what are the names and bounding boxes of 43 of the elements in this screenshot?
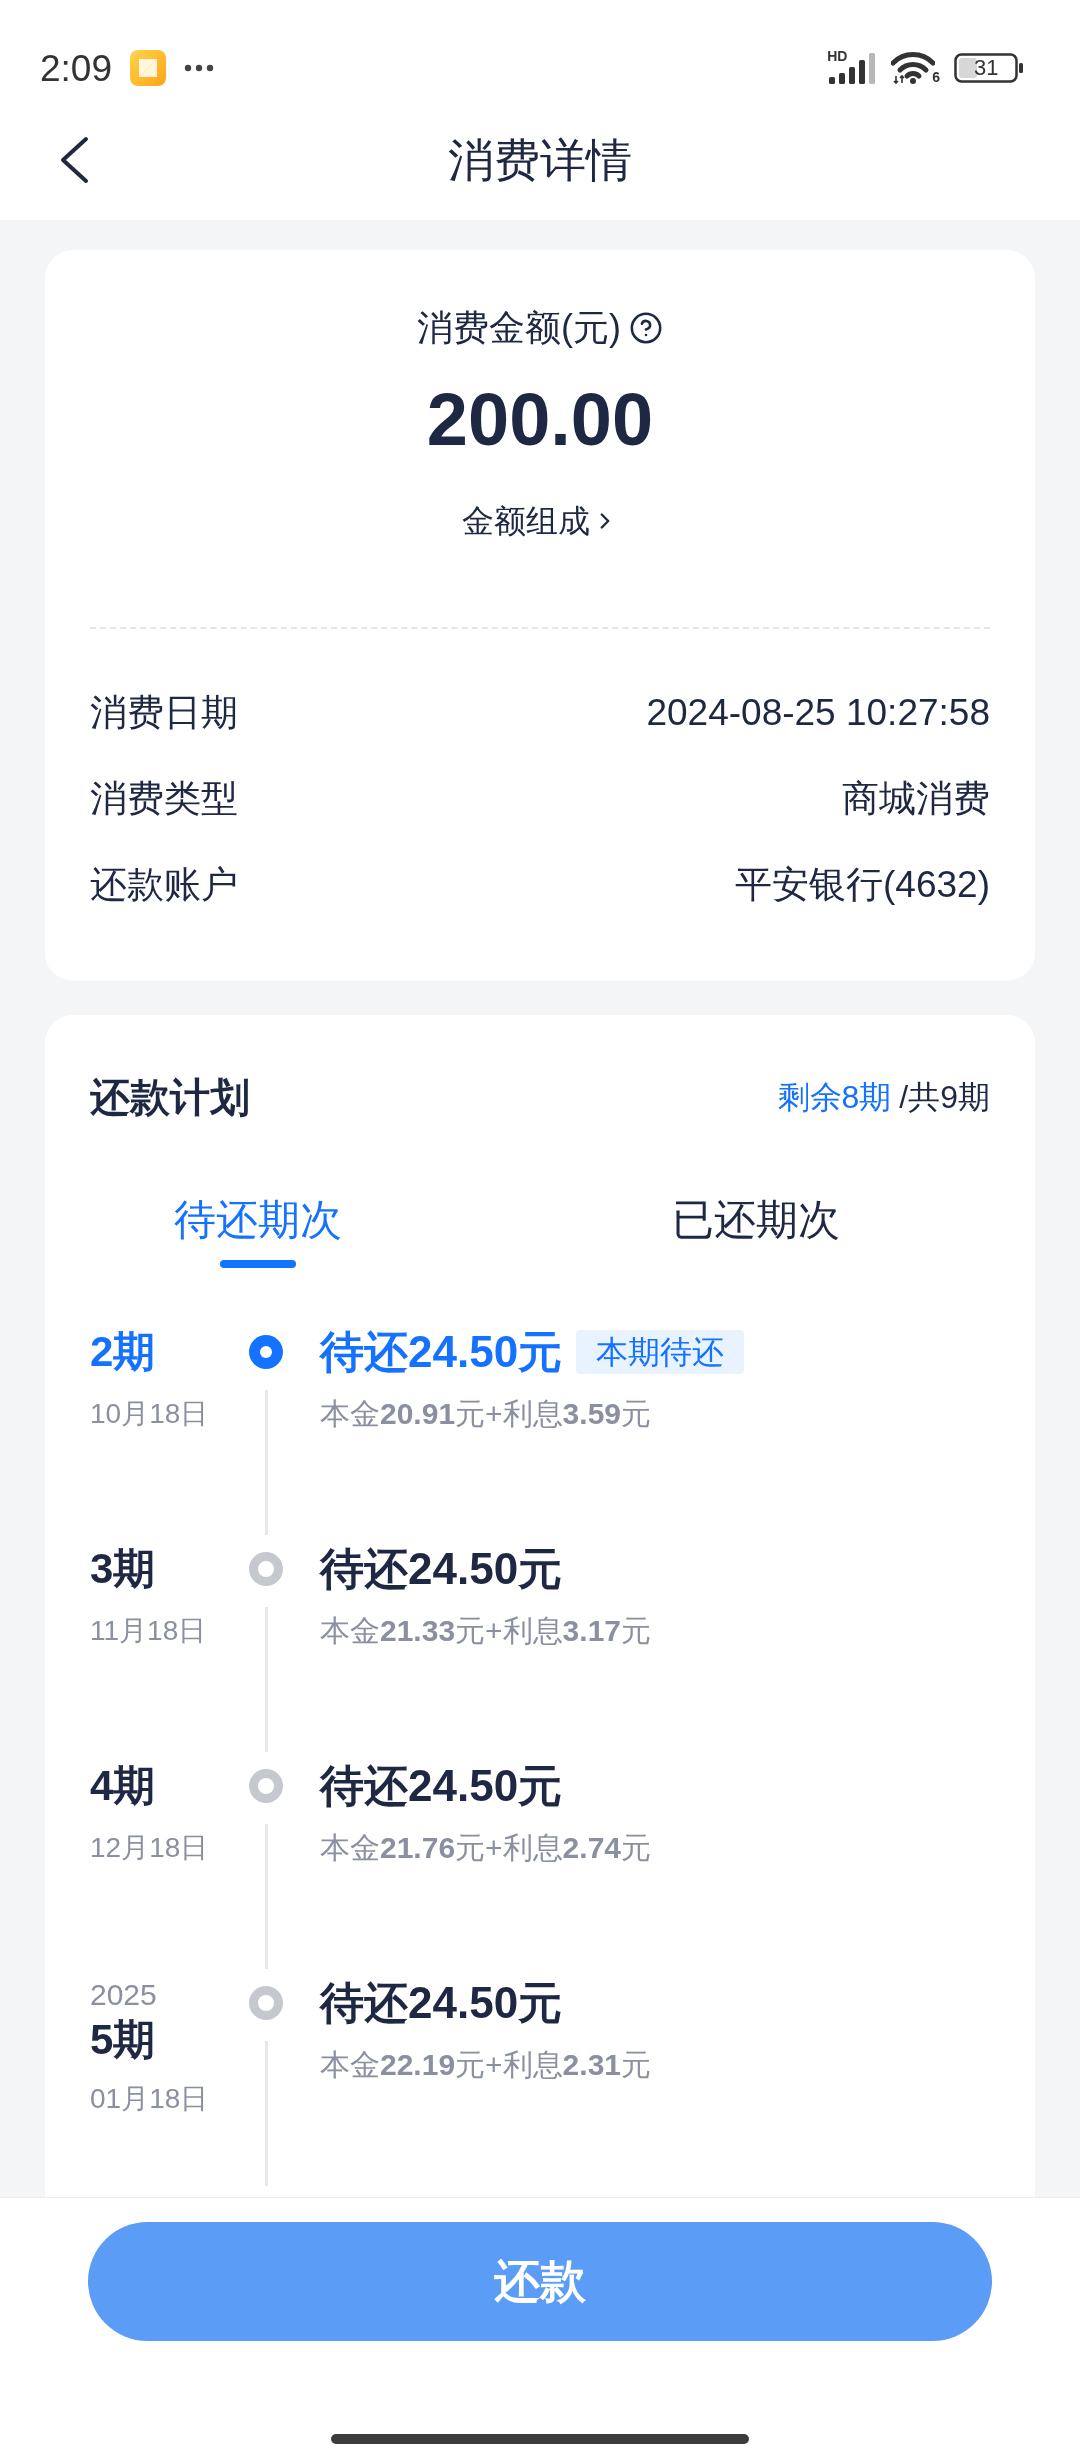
installment-date: 01月18日 <box>90 2082 209 2116</box>
schedule-tab[interactable]: 待还期次 <box>138 1192 378 1268</box>
schedule-tab[interactable]: 已还期次 <box>636 1192 876 1268</box>
total-periods: /共9期 <box>899 1078 990 1117</box>
help-icon[interactable] <box>629 311 663 345</box>
installment-breakdown: 本金21.33元+利息3.17元 <box>320 1613 651 1649</box>
detail-label: 消费类型 <box>90 777 238 821</box>
installment-amount: 待还24.50元 <box>320 1760 563 1812</box>
amount-value: 200.00 <box>426 377 654 463</box>
more-icon <box>184 64 214 72</box>
installment-year: 2025 <box>90 1977 157 2013</box>
current-period-tag: 本期待还 <box>576 1330 745 1374</box>
installment-breakdown: 本金21.76元+利息2.74元 <box>320 1830 651 1866</box>
installment-period: 2期 <box>90 1327 156 1377</box>
installment-period: 4期 <box>90 1761 156 1811</box>
signal-icon <box>827 51 878 85</box>
installment-date: 11月18日 <box>90 1614 207 1648</box>
installment-breakdown: 本金20.91元+利息3.59元 <box>320 1396 651 1432</box>
remaining-periods: 剩余8期 <box>777 1078 892 1117</box>
detail-value: 商城消费 <box>842 777 990 821</box>
status-time: 2:09 <box>40 49 112 87</box>
installment-amount: 待还24.50元 <box>320 1977 563 2029</box>
amount-label: 消费金额(元) <box>417 306 621 350</box>
detail-label: 消费日期 <box>90 691 238 735</box>
installment-date: 12月18日 <box>90 1831 209 1865</box>
installment-date: 10月18日 <box>90 1397 209 1431</box>
detail-value: 平安银行(4632) <box>735 863 990 907</box>
wifi-standard-label: 6 <box>932 70 940 84</box>
detail-label: 还款账户 <box>90 863 238 907</box>
installment-period: 3期 <box>90 1544 156 1594</box>
installment-breakdown: 本金22.19元+利息2.31元 <box>320 2047 651 2083</box>
battery-level-text: 31 <box>974 56 999 80</box>
installment-amount: 待还24.50元 <box>320 1326 563 1378</box>
plan-title: 还款计划 <box>90 1074 250 1121</box>
back-icon <box>58 136 90 184</box>
page-title: 消费详情 <box>448 133 632 188</box>
amount-breakdown-link[interactable]: 金额组成 <box>462 499 618 543</box>
battery-icon <box>954 53 1024 83</box>
detail-value: 2024-08-25 10:27:58 <box>646 691 990 735</box>
app-notification-icon <box>130 50 166 86</box>
installment-period: 5期 <box>90 2015 156 2065</box>
installment-amount: 待还24.50元 <box>320 1543 563 1595</box>
network-type-label: HD <box>827 48 848 64</box>
